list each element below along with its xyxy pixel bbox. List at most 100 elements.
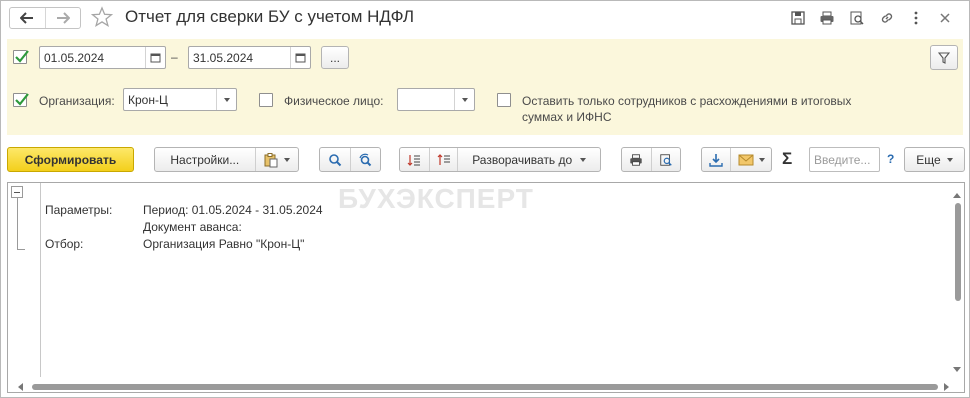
checkmark-icon bbox=[15, 50, 29, 63]
organization-select[interactable]: Крон-Ц bbox=[123, 88, 237, 111]
grouping-group: Разворачивать до bbox=[399, 147, 601, 172]
discrepancies-checkbox[interactable] bbox=[497, 93, 511, 107]
search-input[interactable]: Введите... bbox=[809, 147, 880, 172]
calendar-button[interactable] bbox=[145, 47, 165, 68]
calendar-icon bbox=[295, 53, 306, 63]
filter-label: Отбор: bbox=[45, 237, 84, 251]
print-report-button[interactable] bbox=[622, 148, 651, 171]
checkmark-icon bbox=[15, 93, 29, 106]
organization-checkbox[interactable] bbox=[13, 93, 29, 107]
download-icon bbox=[709, 153, 723, 167]
chevron-down-icon bbox=[946, 157, 953, 162]
scroll-left-arrow-icon[interactable] bbox=[18, 383, 23, 391]
print-preview-button[interactable] bbox=[650, 148, 680, 171]
period-start-value: 01.05.2024 bbox=[44, 51, 105, 65]
chevron-down-icon bbox=[580, 157, 587, 162]
more-label: Еще bbox=[916, 152, 941, 167]
sum-icon[interactable]: Σ bbox=[782, 149, 792, 169]
back-arrow-icon bbox=[20, 12, 34, 24]
chevron-down-icon bbox=[758, 157, 765, 162]
print-icon bbox=[820, 11, 834, 25]
link-icon bbox=[881, 13, 893, 23]
save-report-button[interactable] bbox=[702, 148, 730, 171]
collapse-all-button[interactable] bbox=[428, 148, 458, 171]
group-bracket bbox=[17, 198, 25, 250]
save-button[interactable] bbox=[788, 8, 808, 28]
print-icon bbox=[630, 153, 643, 166]
period-checkbox[interactable] bbox=[13, 50, 29, 64]
settings-button[interactable]: Настройки... bbox=[155, 148, 255, 171]
discrepancies-label-line2: суммах и ИФНС bbox=[522, 110, 612, 124]
save-icon bbox=[791, 11, 805, 25]
variants-button[interactable] bbox=[254, 148, 298, 171]
find-button[interactable] bbox=[320, 148, 350, 171]
calendar-icon bbox=[150, 53, 161, 63]
chevron-down-icon bbox=[461, 97, 468, 102]
vertical-scrollbar-thumb[interactable] bbox=[955, 203, 961, 301]
grouping-column bbox=[8, 183, 41, 377]
watermark: БУХЭКСПЕРТ bbox=[338, 183, 534, 214]
params-label: Параметры: bbox=[45, 203, 113, 217]
envelope-icon bbox=[738, 154, 754, 165]
forward-arrow-icon bbox=[56, 12, 70, 24]
clipboard-icon bbox=[264, 152, 278, 167]
report-spreadsheet[interactable]: БУХЭКСПЕРТ Параметры: Период: 01.05.2024… bbox=[7, 182, 965, 393]
search-icon bbox=[329, 153, 342, 166]
collapse-rows-icon bbox=[437, 153, 450, 165]
help-icon[interactable]: ? bbox=[887, 152, 894, 166]
generate-button[interactable]: Сформировать bbox=[7, 147, 134, 172]
dropdown-button[interactable] bbox=[216, 89, 236, 110]
calendar-button[interactable] bbox=[290, 47, 310, 68]
individual-value bbox=[398, 89, 454, 110]
send-email-button[interactable] bbox=[730, 148, 771, 171]
funnel-icon bbox=[938, 51, 950, 64]
filter-value: Организация Равно "Крон-Ц" bbox=[143, 237, 305, 251]
advance-line: Документ аванса: bbox=[143, 220, 242, 234]
scroll-right-arrow-icon[interactable] bbox=[944, 383, 949, 391]
individual-select[interactable] bbox=[397, 88, 475, 111]
scroll-up-arrow-icon[interactable] bbox=[953, 193, 961, 198]
title-bar: Отчет для сверки БУ с учетом НДФЛ bbox=[1, 1, 969, 37]
settings-group: Настройки... bbox=[154, 147, 299, 172]
forward-button[interactable] bbox=[44, 8, 81, 28]
print-group bbox=[621, 147, 681, 172]
discrepancies-label-line1: Оставить только сотрудников с расхождени… bbox=[522, 94, 852, 108]
dropdown-button[interactable] bbox=[454, 89, 474, 110]
scroll-down-arrow-icon[interactable] bbox=[953, 367, 961, 372]
period-select-button[interactable]: ... bbox=[321, 46, 349, 69]
more-actions-button[interactable] bbox=[906, 8, 926, 28]
more-button[interactable]: Еще bbox=[904, 147, 965, 172]
page-title: Отчет для сверки БУ с учетом НДФЛ bbox=[125, 7, 415, 26]
preview-button[interactable] bbox=[847, 8, 867, 28]
report-window: Отчет для сверки БУ с учетом НДФЛ 01.05.… bbox=[0, 0, 970, 398]
expand-to-label: Разворачивать до bbox=[472, 152, 573, 167]
filter-settings-button[interactable] bbox=[930, 45, 958, 70]
print-button[interactable] bbox=[817, 8, 837, 28]
link-button[interactable] bbox=[877, 8, 897, 28]
expand-to-dropdown[interactable]: Разворачивать до bbox=[457, 148, 600, 171]
search-group bbox=[319, 147, 381, 172]
search-placeholder: Введите... bbox=[814, 153, 871, 167]
expand-rows-icon bbox=[407, 154, 421, 166]
period-end-value: 31.05.2024 bbox=[193, 51, 254, 65]
collapse-toggle-icon[interactable] bbox=[11, 186, 23, 198]
period-start-field[interactable]: 01.05.2024 bbox=[39, 46, 166, 69]
chevron-down-icon bbox=[284, 157, 291, 162]
expand-all-button[interactable] bbox=[400, 148, 429, 171]
favorite-button[interactable] bbox=[90, 6, 114, 28]
individual-checkbox[interactable] bbox=[259, 93, 273, 107]
period-end-field[interactable]: 31.05.2024 bbox=[188, 46, 311, 69]
preview-icon bbox=[660, 153, 672, 166]
close-button[interactable] bbox=[935, 8, 955, 28]
organization-label: Организация: bbox=[39, 94, 115, 108]
period-dash: – bbox=[171, 50, 178, 64]
navigation-group bbox=[9, 7, 81, 29]
organization-value: Крон-Ц bbox=[128, 93, 168, 107]
favorite-star-icon bbox=[90, 6, 114, 28]
horizontal-scrollbar-thumb[interactable] bbox=[32, 384, 938, 390]
preview-icon bbox=[850, 11, 864, 25]
back-button[interactable] bbox=[10, 8, 45, 28]
individual-label: Физическое лицо: bbox=[284, 94, 384, 108]
search-next-icon bbox=[359, 153, 372, 166]
find-next-button[interactable] bbox=[349, 148, 380, 171]
